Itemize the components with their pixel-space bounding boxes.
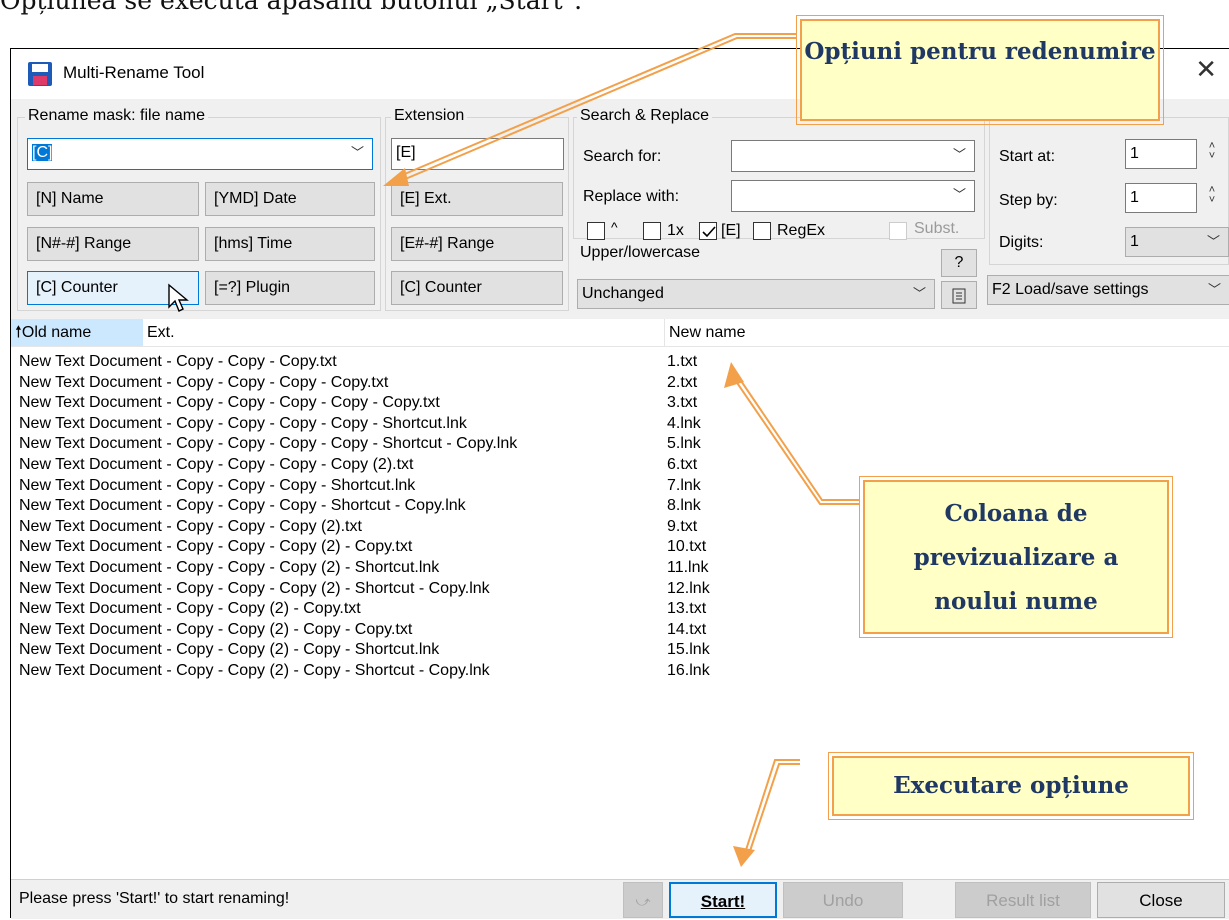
arrow-head-execute [733, 846, 755, 867]
arrow-line-options [399, 33, 796, 177]
arrow-head-preview [724, 362, 744, 388]
arrow-head-options [383, 168, 409, 186]
callout-options: Opțiuni pentru redenumire [796, 15, 1164, 125]
arrow-line-preview [734, 371, 859, 501]
callout-preview: Coloana de previzualizare a noului nume [859, 476, 1173, 638]
callout-execute: Executare opțiune [828, 752, 1194, 820]
